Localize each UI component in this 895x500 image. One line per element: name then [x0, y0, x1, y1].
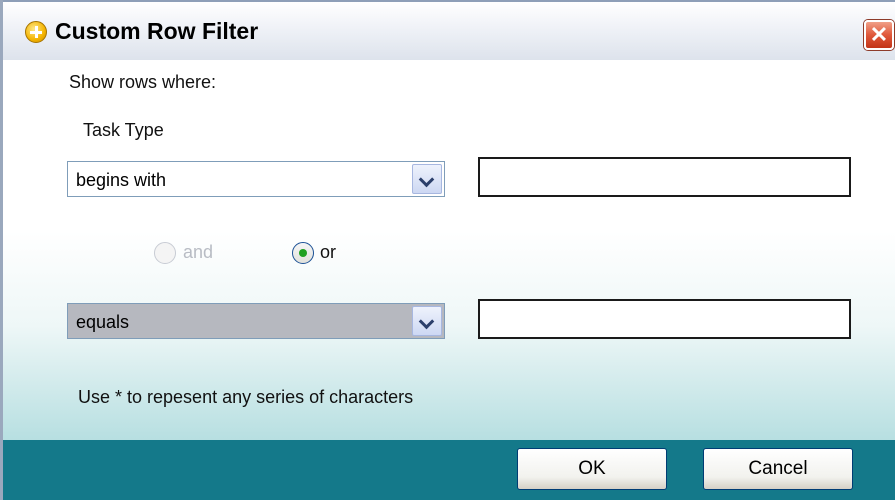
condition1-operator-select[interactable]: begins with [67, 161, 445, 197]
title-bar[interactable]: Custom Row Filter ✕ [3, 0, 895, 60]
ok-button[interactable]: OK [517, 448, 667, 490]
dialog-body: Show rows where: Task Type begins with a… [3, 60, 895, 440]
chevron-down-icon[interactable] [412, 164, 442, 194]
and-radio[interactable] [154, 242, 176, 264]
column-name-label: Task Type [83, 120, 164, 140]
close-button[interactable]: ✕ [864, 20, 894, 50]
condition2-operator-select[interactable]: equals [67, 303, 445, 339]
and-radio-label: and [183, 242, 214, 262]
cancel-button[interactable]: Cancel [703, 448, 853, 490]
add-filter-icon [25, 21, 47, 43]
dialog-title: Custom Row Filter [55, 18, 259, 44]
close-icon: ✕ [869, 22, 889, 47]
condition1-value-input[interactable] [478, 157, 851, 197]
condition2-value-input[interactable] [478, 299, 851, 339]
chevron-down-icon[interactable] [412, 306, 442, 336]
custom-row-filter-dialog: Custom Row Filter ✕ Show rows where: Tas… [0, 0, 895, 500]
condition2-operator-value: equals [76, 312, 130, 332]
show-rows-label: Show rows where: [69, 72, 217, 92]
condition1-operator-value: begins with [76, 170, 167, 190]
or-radio[interactable] [292, 242, 314, 264]
wildcard-hint: Use * to repesent any series of characte… [78, 387, 414, 407]
or-radio-label: or [320, 242, 337, 262]
